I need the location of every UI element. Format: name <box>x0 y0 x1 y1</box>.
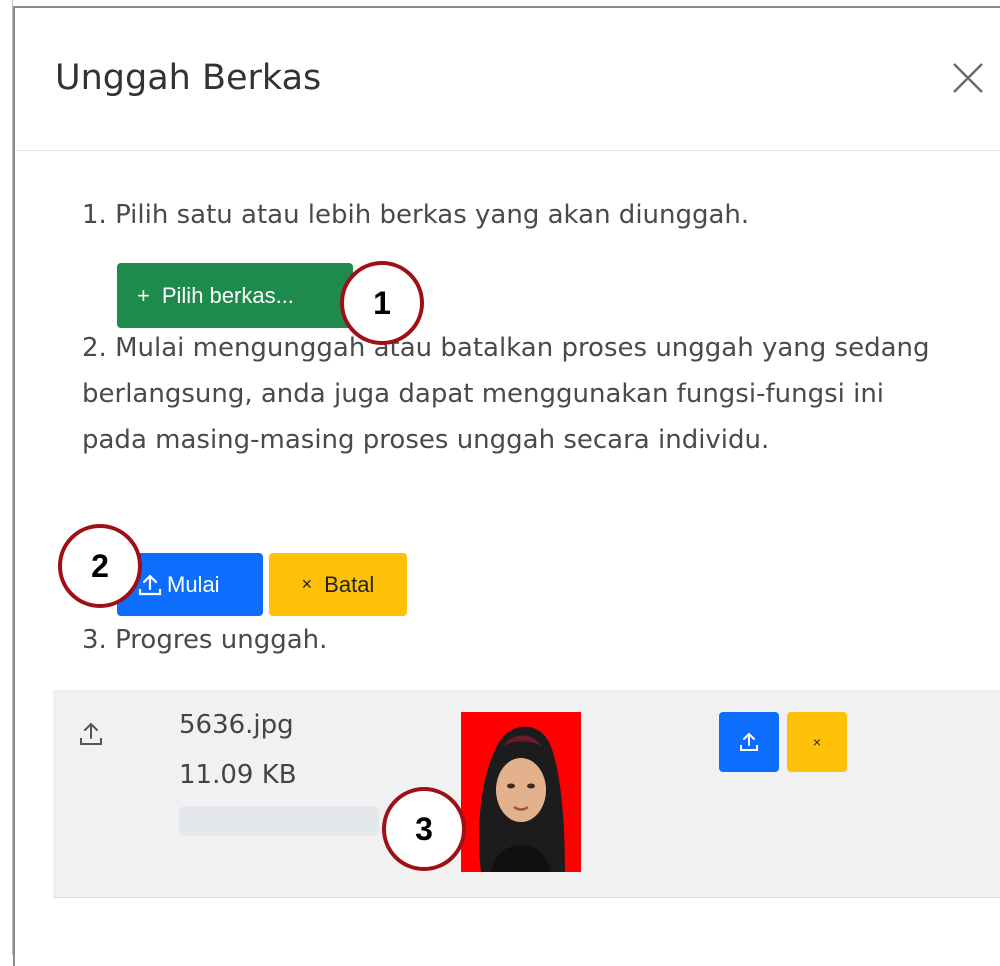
callout-marker-2: 2 <box>58 524 142 608</box>
cancel-x-icon: × <box>301 574 313 594</box>
choose-files-label: Pilih berkas... <box>161 282 294 308</box>
row-start-upload-button[interactable] <box>719 712 779 772</box>
close-icon <box>953 63 983 93</box>
background-window-edge <box>0 0 13 955</box>
start-upload-label: Mulai <box>167 571 220 597</box>
step-3-text: 3. Progres unggah. <box>82 625 328 655</box>
upload-file-row: 5636.jpg 11.09 KB × <box>53 690 1000 898</box>
close-button[interactable] <box>948 58 992 102</box>
choose-files-button[interactable]: + Pilih berkas... <box>117 263 353 328</box>
upload-status-icon <box>80 722 102 745</box>
row-cancel-upload-button[interactable]: × <box>787 712 847 772</box>
modal-title: Unggah Berkas <box>55 58 322 98</box>
cancel-upload-label: Batal <box>324 571 375 597</box>
cancel-x-icon: × <box>812 734 822 750</box>
file-size: 11.09 KB <box>179 760 297 790</box>
plus-icon: + <box>137 282 150 308</box>
file-name: 5636.jpg <box>179 710 294 740</box>
upload-icon <box>740 732 758 751</box>
callout-marker-3: 3 <box>382 787 466 871</box>
step-2-text: 2. Mulai mengunggah atau batalkan proses… <box>82 333 930 455</box>
modal-header: Unggah Berkas <box>15 8 1000 151</box>
callout-marker-1: 1 <box>340 261 424 345</box>
upload-progress-bar <box>179 806 379 836</box>
step-1-text: 1. Pilih satu atau lebih berkas yang aka… <box>82 200 750 230</box>
cancel-upload-button[interactable]: × Batal <box>269 553 407 616</box>
upload-modal: Unggah Berkas 1. Pilih satu atau lebih b… <box>13 6 1000 966</box>
file-thumbnail <box>461 712 581 872</box>
